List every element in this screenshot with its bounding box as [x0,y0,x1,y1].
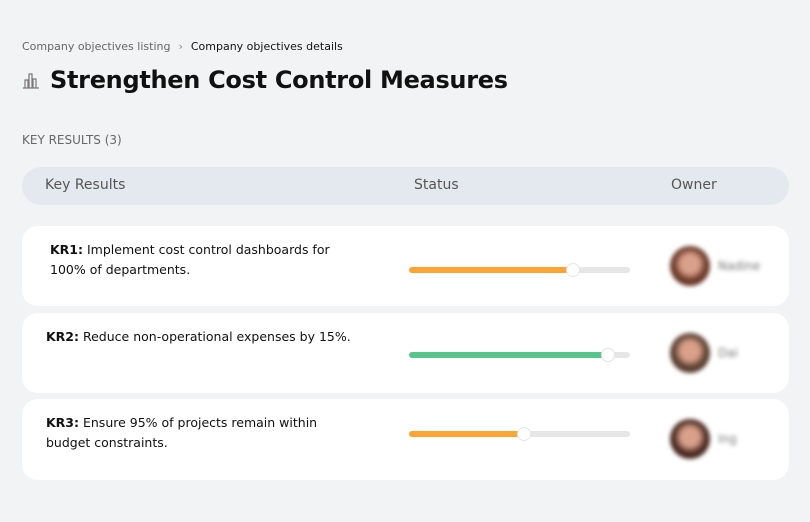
owner-name: Ing [718,432,737,446]
progress-bar[interactable] [409,348,630,362]
progress-bar[interactable] [409,427,630,441]
progress-fill [409,267,573,273]
key-result-text: KR2: Reduce non-operational expenses by … [46,327,356,347]
key-result-description: Implement cost control dashboards for 10… [50,242,330,277]
key-result-row[interactable]: KR3: Ensure 95% of projects remain withi… [22,399,789,480]
owner-name: Nadine [718,259,761,273]
key-result-description: Reduce non-operational expenses by 15%. [79,329,351,344]
page-title: Strengthen Cost Control Measures [50,66,508,94]
avatar [670,419,710,459]
table-header: Key Results Status Owner [22,167,789,205]
header-key-results: Key Results [45,177,126,193]
page-header: Strengthen Cost Control Measures [22,66,508,94]
progress-bar[interactable] [409,263,630,277]
progress-handle[interactable] [565,263,580,277]
key-result-description: Ensure 95% of projects remain within bud… [46,415,318,450]
key-result-id: KR1: [50,242,84,257]
key-result-text: KR3: Ensure 95% of projects remain withi… [46,413,356,453]
progress-fill [409,352,608,358]
breadcrumb-parent-link[interactable]: Company objectives listing [22,40,170,53]
key-result-text: KR1: Implement cost control dashboards f… [50,240,360,280]
breadcrumb: Company objectives listing › Company obj… [22,40,343,53]
avatar [670,333,710,373]
chevron-right-icon: › [178,40,183,53]
progress-handle[interactable] [516,427,531,441]
key-result-row[interactable]: KR1: Implement cost control dashboards f… [22,226,789,306]
progress-handle[interactable] [600,348,615,362]
header-status: Status [414,177,459,193]
building-chart-icon [23,73,39,89]
header-owner: Owner [671,177,717,193]
owner[interactable]: Nadine [670,246,760,286]
avatar [670,246,710,286]
key-result-id: KR2: [46,329,80,344]
breadcrumb-current: Company objectives details [190,40,343,53]
key-result-row[interactable]: KR2: Reduce non-operational expenses by … [22,313,789,393]
owner[interactable]: Ing [670,419,737,459]
owner[interactable]: Dai [670,333,738,373]
section-label: KEY RESULTS (3) [22,133,122,147]
key-result-id: KR3: [46,415,80,430]
owner-name: Dai [718,346,738,360]
progress-fill [409,431,524,437]
